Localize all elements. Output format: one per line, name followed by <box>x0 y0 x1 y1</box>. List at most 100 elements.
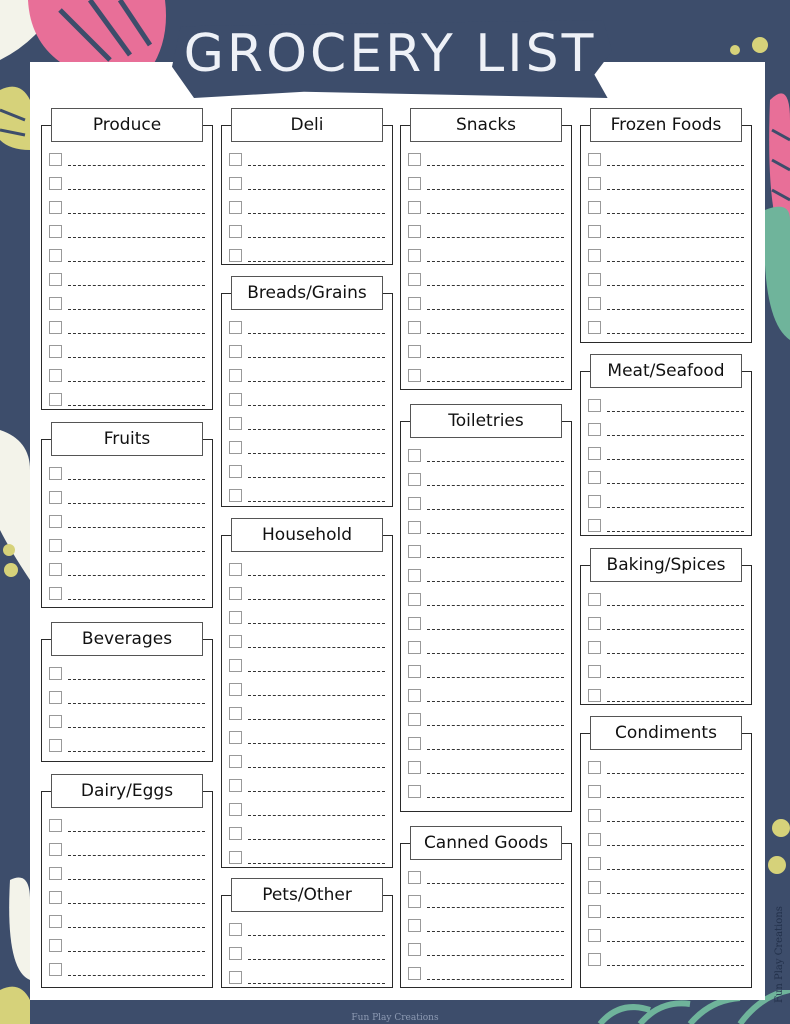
write-in-line[interactable] <box>427 652 564 654</box>
checkbox[interactable] <box>408 943 421 956</box>
write-in-line[interactable] <box>607 530 744 532</box>
write-in-line[interactable] <box>607 892 744 894</box>
checkbox[interactable] <box>408 593 421 606</box>
checkbox[interactable] <box>229 321 242 334</box>
checkbox[interactable] <box>229 489 242 502</box>
checkbox[interactable] <box>49 369 62 382</box>
write-in-line[interactable] <box>68 902 205 904</box>
write-in-line[interactable] <box>607 796 744 798</box>
checkbox[interactable] <box>229 803 242 816</box>
write-in-line[interactable] <box>427 556 564 558</box>
checkbox[interactable] <box>49 321 62 334</box>
write-in-line[interactable] <box>248 380 385 382</box>
checkbox[interactable] <box>49 393 62 406</box>
write-in-line[interactable] <box>248 646 385 648</box>
write-in-line[interactable] <box>427 460 564 462</box>
write-in-line[interactable] <box>607 188 744 190</box>
write-in-line[interactable] <box>607 868 744 870</box>
write-in-line[interactable] <box>427 954 564 956</box>
write-in-line[interactable] <box>427 882 564 884</box>
checkbox[interactable] <box>49 819 62 832</box>
write-in-line[interactable] <box>427 380 564 382</box>
write-in-line[interactable] <box>248 742 385 744</box>
checkbox[interactable] <box>229 707 242 720</box>
write-in-line[interactable] <box>427 724 564 726</box>
checkbox[interactable] <box>49 667 62 680</box>
write-in-line[interactable] <box>427 580 564 582</box>
checkbox[interactable] <box>49 153 62 166</box>
checkbox[interactable] <box>408 641 421 654</box>
checkbox[interactable] <box>49 691 62 704</box>
checkbox[interactable] <box>229 465 242 478</box>
write-in-line[interactable] <box>607 212 744 214</box>
checkbox[interactable] <box>588 273 601 286</box>
checkbox[interactable] <box>229 417 242 430</box>
write-in-line[interactable] <box>427 332 564 334</box>
checkbox[interactable] <box>588 905 601 918</box>
write-in-line[interactable] <box>68 598 205 600</box>
checkbox[interactable] <box>408 225 421 238</box>
checkbox[interactable] <box>588 177 601 190</box>
write-in-line[interactable] <box>427 212 564 214</box>
checkbox[interactable] <box>588 809 601 822</box>
checkbox[interactable] <box>588 201 601 214</box>
checkbox[interactable] <box>49 715 62 728</box>
write-in-line[interactable] <box>68 478 205 480</box>
write-in-line[interactable] <box>248 404 385 406</box>
checkbox[interactable] <box>588 617 601 630</box>
checkbox[interactable] <box>49 939 62 952</box>
checkbox[interactable] <box>408 345 421 358</box>
checkbox[interactable] <box>229 153 242 166</box>
write-in-line[interactable] <box>248 598 385 600</box>
write-in-line[interactable] <box>427 978 564 980</box>
checkbox[interactable] <box>229 563 242 576</box>
checkbox[interactable] <box>408 871 421 884</box>
write-in-line[interactable] <box>68 404 205 406</box>
write-in-line[interactable] <box>68 260 205 262</box>
checkbox[interactable] <box>588 833 601 846</box>
write-in-line[interactable] <box>248 814 385 816</box>
checkbox[interactable] <box>49 177 62 190</box>
checkbox[interactable] <box>408 737 421 750</box>
checkbox[interactable] <box>408 761 421 774</box>
write-in-line[interactable] <box>607 308 744 310</box>
write-in-line[interactable] <box>68 356 205 358</box>
write-in-line[interactable] <box>607 284 744 286</box>
checkbox[interactable] <box>408 689 421 702</box>
write-in-line[interactable] <box>427 284 564 286</box>
write-in-line[interactable] <box>427 508 564 510</box>
checkbox[interactable] <box>229 249 242 262</box>
checkbox[interactable] <box>229 611 242 624</box>
write-in-line[interactable] <box>248 574 385 576</box>
checkbox[interactable] <box>229 971 242 984</box>
checkbox[interactable] <box>408 545 421 558</box>
checkbox[interactable] <box>49 739 62 752</box>
checkbox[interactable] <box>408 153 421 166</box>
write-in-line[interactable] <box>427 772 564 774</box>
checkbox[interactable] <box>588 857 601 870</box>
checkbox[interactable] <box>229 177 242 190</box>
checkbox[interactable] <box>588 519 601 532</box>
write-in-line[interactable] <box>427 748 564 750</box>
checkbox[interactable] <box>49 843 62 856</box>
write-in-line[interactable] <box>607 652 744 654</box>
checkbox[interactable] <box>229 731 242 744</box>
write-in-line[interactable] <box>607 964 744 966</box>
checkbox[interactable] <box>229 755 242 768</box>
write-in-line[interactable] <box>607 458 744 460</box>
write-in-line[interactable] <box>427 604 564 606</box>
checkbox[interactable] <box>229 225 242 238</box>
write-in-line[interactable] <box>68 854 205 856</box>
checkbox[interactable] <box>49 891 62 904</box>
checkbox[interactable] <box>588 641 601 654</box>
checkbox[interactable] <box>49 539 62 552</box>
write-in-line[interactable] <box>427 700 564 702</box>
checkbox[interactable] <box>408 273 421 286</box>
checkbox[interactable] <box>588 929 601 942</box>
write-in-line[interactable] <box>68 678 205 680</box>
checkbox[interactable] <box>588 761 601 774</box>
write-in-line[interactable] <box>607 700 744 702</box>
checkbox[interactable] <box>49 273 62 286</box>
write-in-line[interactable] <box>427 236 564 238</box>
checkbox[interactable] <box>588 297 601 310</box>
